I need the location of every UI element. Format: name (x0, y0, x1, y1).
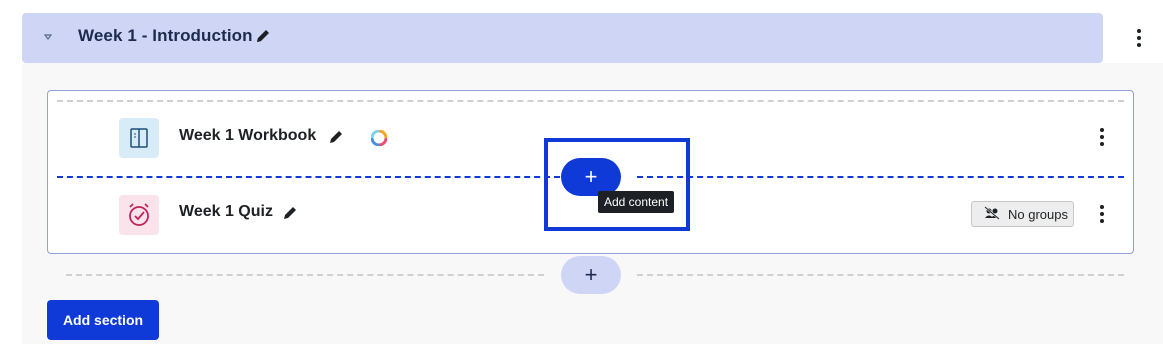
quiz-icon[interactable] (119, 195, 159, 235)
activity-menu-icon[interactable] (1092, 126, 1112, 148)
loading-spinner-icon (370, 129, 388, 147)
activity-name-workbook[interactable]: Week 1 Workbook (179, 127, 316, 145)
pencil-icon[interactable] (328, 129, 344, 145)
add-content-button-bottom[interactable]: + (561, 256, 621, 294)
add-section-button[interactable]: Add section (47, 300, 159, 340)
drop-zone-divider (637, 274, 1124, 276)
highlight-box (544, 138, 690, 231)
activity-menu-icon[interactable] (1092, 203, 1112, 225)
pencil-icon[interactable] (282, 205, 298, 221)
groups-badge[interactable]: No groups (971, 201, 1074, 227)
activity-name-quiz[interactable]: Week 1 Quiz (179, 203, 273, 221)
no-groups-icon (984, 205, 1000, 223)
drop-zone-divider (66, 274, 544, 276)
section-title[interactable]: Week 1 - Introduction (78, 26, 253, 46)
drop-zone-divider (57, 100, 1124, 102)
collapse-triangle-icon[interactable] (42, 31, 54, 43)
insert-indicator-line (57, 176, 560, 178)
book-icon[interactable] (119, 118, 159, 158)
groups-label: No groups (1008, 206, 1068, 222)
section-menu-icon[interactable] (1129, 27, 1149, 49)
insert-indicator-line (637, 176, 1124, 178)
pencil-icon[interactable] (255, 28, 271, 44)
section-header: Week 1 - Introduction (22, 13, 1103, 63)
